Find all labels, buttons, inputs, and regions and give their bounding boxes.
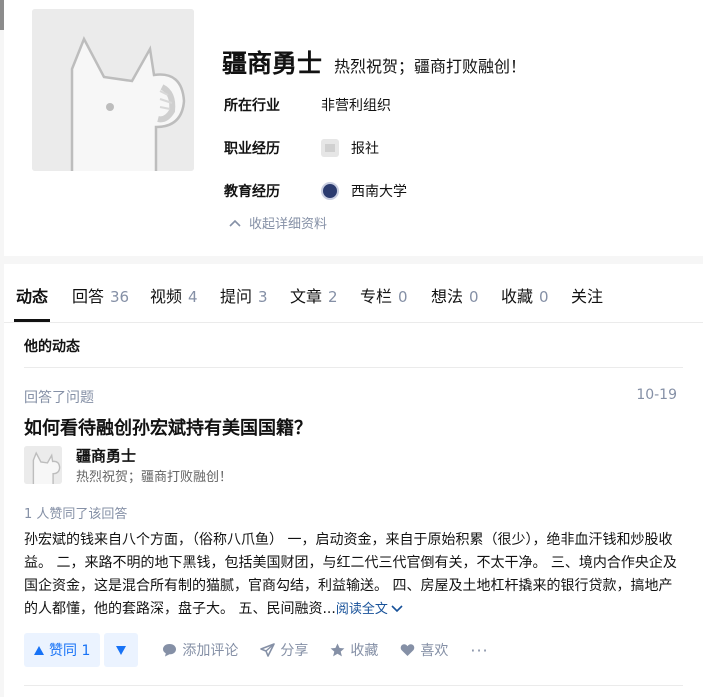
default-avatar-icon [32,9,194,171]
tab-label: 文章 [290,287,323,306]
tab-columns[interactable]: 专栏 0 [360,283,408,307]
info-value[interactable]: 报社 [351,138,379,158]
heart-icon [401,644,415,656]
info-label: 所在行业 [224,98,280,114]
info-row-employment: 职业经历 报社 [224,138,379,158]
collapse-details-button[interactable]: 收起详细资料 [229,213,327,232]
share-label: 分享 [280,643,309,659]
tab-thoughts[interactable]: 想法 0 [431,283,479,307]
more-options-icon[interactable]: ··· [470,641,488,660]
chevron-up-icon [229,219,241,227]
downvote-button[interactable] [104,633,139,667]
author-name[interactable]: 疆商勇士 [76,445,136,466]
star-icon [330,643,345,657]
share-icon [260,643,276,657]
tab-activity[interactable]: 动态 [16,283,48,307]
tab-label: 想法 [431,287,464,306]
info-label: 职业经历 [224,141,280,157]
section-title: 他的动态 [24,339,80,355]
author-headline: 热烈祝贺；疆商打败融创！ [76,470,233,485]
question-title[interactable]: 如何看待融创孙宏斌持有美国国籍？ [24,414,312,440]
profile-header: 疆商勇士 热烈祝贺；疆商打败融创！ 所在行业 非营利组织 职业经历 报社 教育经… [4,0,703,256]
user-name: 疆商勇士 [222,49,323,78]
tab-articles[interactable]: 文章 2 [290,283,338,307]
feed-item-date: 10-19 [636,387,677,403]
tab-count: 0 [539,288,549,306]
divider [24,367,683,368]
like-label: 喜欢 [420,643,449,659]
favorite-label: 收藏 [350,643,379,659]
tab-label: 回答 [72,287,105,306]
tab-label: 收藏 [501,287,534,306]
comment-label: 添加评论 [182,643,239,659]
comment-icon [163,644,177,657]
upvote-button[interactable]: 赞同 1 [24,633,101,667]
divider [24,685,683,686]
tab-videos[interactable]: 视频 4 [150,283,198,307]
read-more-button[interactable]: 阅读全文 [336,602,403,617]
default-avatar-icon [24,446,62,484]
upvote-label: 赞同 1 [49,643,91,659]
info-row-industry: 所在行业 非营利组织 [224,95,391,115]
info-value[interactable]: 西南大学 [351,181,407,201]
tab-questions[interactable]: 提问 3 [220,283,268,307]
info-value[interactable]: 非营利组织 [321,95,391,115]
tab-count: 0 [469,288,479,306]
tab-label: 提问 [220,287,253,306]
tab-count: 2 [328,288,338,306]
user-headline: 热烈祝贺；疆商打败融创！ [334,57,527,76]
profile-tabs: 动态 回答 36 视频 4 提问 3 文章 2 专栏 0 想法 0 收藏 0 关注 [4,264,703,323]
author-avatar[interactable] [24,446,62,484]
tab-count: 3 [258,288,268,306]
favorite-button[interactable]: 收藏 [330,640,378,660]
info-row-education: 教育经历 西南大学 [224,181,407,201]
triangle-down-icon [116,645,127,655]
avatar[interactable] [29,6,197,174]
info-label: 教育经历 [224,184,280,200]
tab-count: 36 [110,288,130,306]
read-more-label: 阅读全文 [335,602,388,617]
company-logo-icon [321,139,339,157]
votes-count-text: 1 人赞同了该回答 [24,507,128,522]
feed-item-action: 回答了问题 [24,390,94,406]
chevron-down-icon [391,605,403,613]
tab-collections[interactable]: 收藏 0 [501,283,549,307]
tab-count: 4 [188,288,198,306]
school-logo-icon [321,182,339,200]
activity-card: 动态 回答 36 视频 4 提问 3 文章 2 专栏 0 想法 0 收藏 0 关注 他的动态 … [4,264,703,697]
comment-button[interactable]: 添加评论 [162,640,238,660]
action-bar: 赞同 1 添加评论 分享 收藏 喜欢 ··· [24,633,489,667]
active-tab-indicator [14,319,50,322]
like-button[interactable]: 喜欢 [400,640,448,660]
tab-label: 关注 [571,287,604,306]
tab-label: 视频 [150,287,183,306]
share-button[interactable]: 分享 [260,640,308,660]
tab-count: 0 [398,288,408,306]
tab-label: 专栏 [360,287,393,306]
tab-label: 动态 [16,287,49,306]
answer-excerpt[interactable]: 孙宏斌的钱来自八个方面，（俗称八爪鱼） 一，启动资金，来自于原始积累（很少），绝… [24,529,684,621]
collapse-details-label: 收起详细资料 [249,217,328,232]
triangle-up-icon [34,645,44,655]
tab-following[interactable]: 关注 [571,283,603,307]
tab-answers[interactable]: 回答 36 [72,283,129,307]
